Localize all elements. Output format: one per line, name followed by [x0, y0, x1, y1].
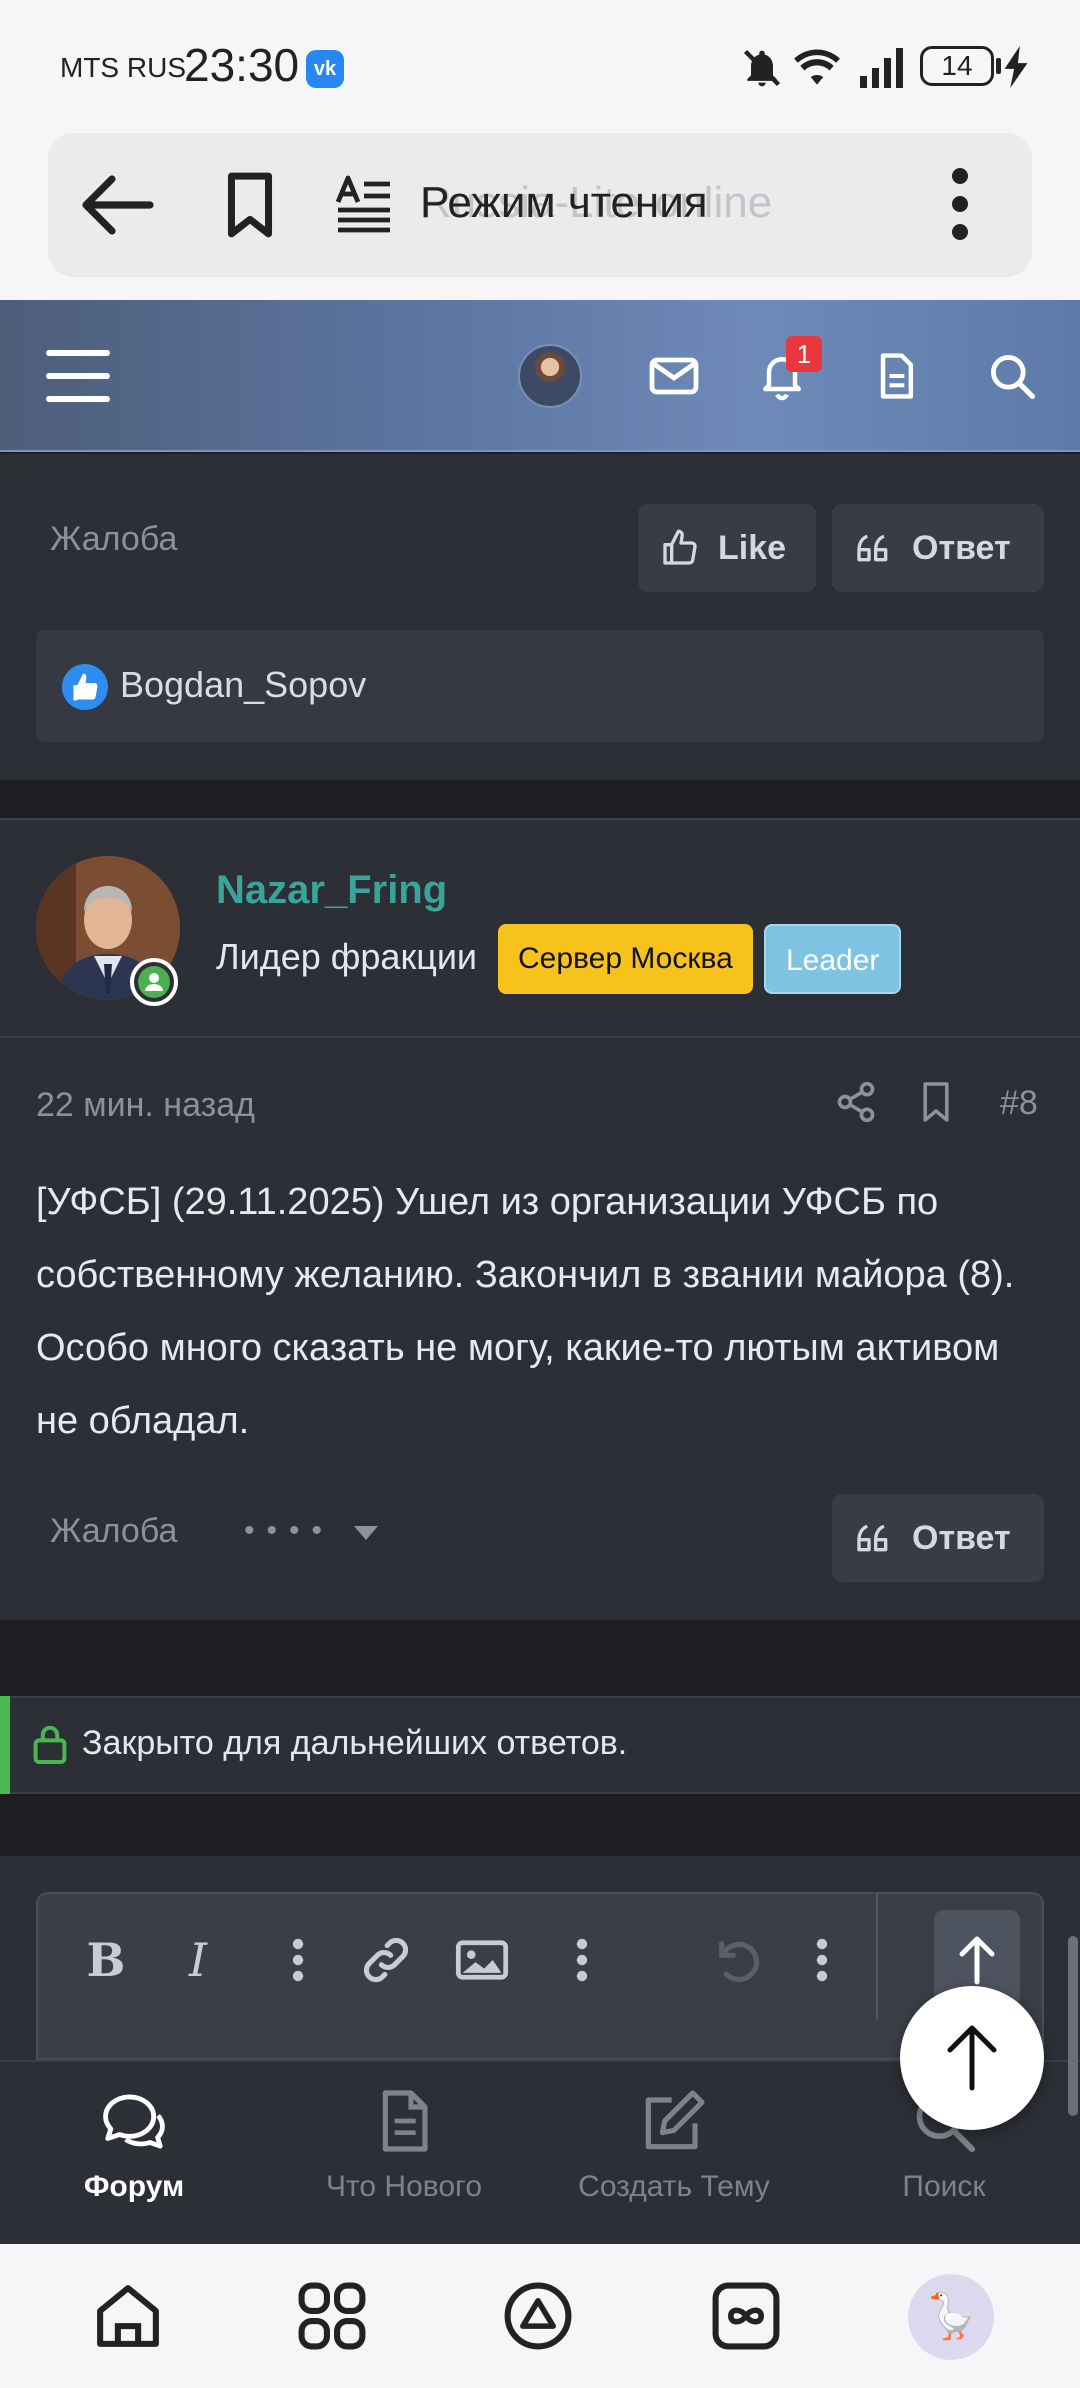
- status-clock: 23:30: [184, 39, 300, 91]
- post-separator: [0, 1620, 1080, 1696]
- leader-badge: Leader: [764, 924, 902, 994]
- like-reaction-icon: [62, 664, 108, 710]
- post-separator: [0, 1794, 1080, 1856]
- reader-mode-icon[interactable]: [334, 174, 394, 234]
- report-link[interactable]: Жалоба: [50, 1512, 177, 1551]
- carrier-label: MTS RUS: [60, 52, 186, 83]
- lock-icon: [33, 1725, 67, 1764]
- scrollbar[interactable]: [1068, 1936, 1078, 2116]
- italic-icon[interactable]: I: [170, 1930, 226, 1990]
- goose-app-icon[interactable]: 🪿: [908, 2274, 994, 2360]
- nav-whats-new[interactable]: Что Нового: [294, 2086, 514, 2204]
- share-icon[interactable]: [834, 1080, 878, 1124]
- reply-button[interactable]: Ответ: [832, 504, 1044, 592]
- signal-icon: [860, 48, 903, 88]
- notification-count-badge[interactable]: 1: [786, 336, 822, 372]
- reader-mode-label[interactable]: Режим чтения: [420, 178, 708, 228]
- thumbs-up-icon: [663, 529, 697, 565]
- reply-label: Ответ: [912, 528, 1011, 567]
- arrow-up-icon: [947, 2025, 997, 2091]
- mail-icon[interactable]: [646, 350, 702, 402]
- bookmark-icon[interactable]: [918, 1080, 954, 1124]
- undo-icon[interactable]: [710, 1930, 766, 1990]
- more-vertical-icon[interactable]: [794, 1930, 850, 1990]
- nav-search-label: Поиск: [902, 2170, 986, 2203]
- online-user-icon: [138, 966, 170, 998]
- quote-icon: [857, 1524, 888, 1552]
- post-number[interactable]: #8: [1000, 1084, 1038, 1123]
- bookmark-icon[interactable]: [220, 170, 280, 240]
- more-vertical-icon[interactable]: [940, 166, 980, 242]
- notice-accent: [0, 1696, 10, 1794]
- post-separator: [0, 780, 1080, 818]
- bell-muted-icon: [743, 49, 781, 87]
- wifi-icon: [794, 49, 840, 85]
- more-actions-icon[interactable]: ••••: [244, 1514, 334, 1548]
- vk-icon: vk: [306, 50, 344, 88]
- nav-create-thread[interactable]: Создать Тему: [564, 2086, 784, 2204]
- image-icon[interactable]: [454, 1930, 510, 1990]
- reply-button[interactable]: Ответ: [832, 1494, 1044, 1582]
- chat-bubbles-icon: [103, 2094, 165, 2149]
- edit-icon: [645, 2090, 705, 2150]
- reaction-username[interactable]: Bogdan_Sopov: [120, 664, 366, 706]
- report-link[interactable]: Жалоба: [50, 520, 177, 559]
- home-icon[interactable]: [90, 2278, 166, 2354]
- user-title: Лидер фракции: [216, 936, 478, 977]
- post-timestamp[interactable]: 22 мин. назад: [36, 1086, 255, 1125]
- nav-whats-new-label: Что Нового: [325, 2170, 483, 2203]
- nav-forum[interactable]: Форум: [24, 2086, 244, 2204]
- infinity-app-icon[interactable]: [708, 2278, 784, 2354]
- charging-icon: [1004, 46, 1028, 88]
- document-icon: [382, 2090, 428, 2152]
- bold-icon[interactable]: B: [78, 1930, 134, 1990]
- link-icon[interactable]: [358, 1930, 414, 1990]
- scroll-to-top-button[interactable]: [900, 1986, 1044, 2130]
- like-button[interactable]: Like: [638, 504, 816, 592]
- toolbar-divider: [876, 1894, 878, 2020]
- post-message: [УФСБ] (29.11.2025) Ушел из организации …: [36, 1181, 1015, 1442]
- apps-grid-icon[interactable]: [294, 2278, 370, 2354]
- document-icon[interactable]: [868, 350, 924, 402]
- hamburger-menu-icon[interactable]: [46, 350, 110, 402]
- post-username[interactable]: Nazar_Fring: [216, 868, 447, 913]
- avatar[interactable]: [518, 344, 582, 408]
- assistant-icon[interactable]: [500, 2278, 576, 2354]
- battery-indicator: 14: [920, 46, 994, 86]
- nav-forum-label: Форум: [83, 2170, 185, 2203]
- search-icon[interactable]: [984, 350, 1040, 402]
- chevron-down-icon[interactable]: [352, 1522, 380, 1542]
- back-arrow-icon[interactable]: [78, 170, 158, 240]
- server-badge: Сервер Москва: [498, 924, 753, 994]
- battery-tip: [996, 58, 1001, 74]
- more-vertical-icon[interactable]: [270, 1930, 326, 1990]
- like-label: Like: [718, 528, 787, 567]
- reply-label: Ответ: [912, 1518, 1011, 1557]
- more-vertical-icon[interactable]: [554, 1930, 610, 1990]
- thread-closed-text: Закрыто для дальнейших ответов.: [82, 1724, 628, 1762]
- quote-icon: [857, 534, 888, 562]
- nav-create-thread-label: Создать Тему: [578, 2170, 770, 2203]
